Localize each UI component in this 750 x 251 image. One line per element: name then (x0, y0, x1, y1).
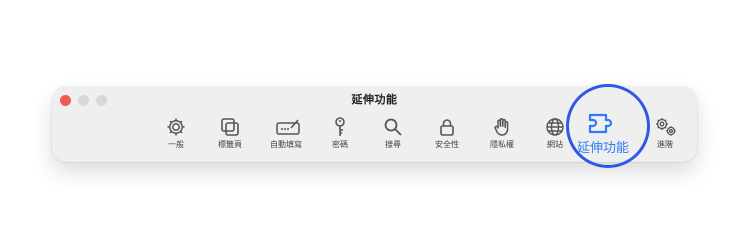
puzzle-icon (583, 111, 623, 137)
tab-security-label: 安全性 (435, 140, 459, 149)
tab-general[interactable]: 一般 (153, 115, 199, 155)
tab-autofill[interactable]: 自動填寫 (263, 115, 309, 155)
tab-privacy[interactable]: 隱私權 (479, 115, 525, 155)
stage: 延伸功能 一般 標籤頁 自動填寫 密碼 搜尋 安全性 隱私權 網站 延伸功能 進… (0, 0, 750, 251)
tab-general-label: 一般 (168, 140, 184, 149)
tab-passwords-label: 密碼 (332, 140, 348, 149)
key-icon (328, 115, 352, 139)
search-icon (381, 115, 405, 139)
lock-icon (435, 115, 459, 139)
tab-privacy-label: 隱私權 (490, 140, 514, 149)
tab-search-label: 搜尋 (385, 140, 401, 149)
tab-tabs[interactable]: 標籤頁 (207, 115, 253, 155)
tabs-icon (218, 115, 242, 139)
hand-icon (490, 115, 514, 139)
autofill-icon (274, 115, 300, 139)
tab-advanced-label: 進階 (657, 140, 673, 149)
tab-extensions[interactable]: 延伸功能 (564, 111, 642, 156)
window-title: 延伸功能 (351, 93, 398, 106)
tab-advanced[interactable]: 進階 (642, 115, 688, 155)
tab-search[interactable]: 搜尋 (370, 115, 416, 155)
gear-icon (164, 115, 188, 139)
safari-settings-window: 延伸功能 一般 標籤頁 自動填寫 密碼 搜尋 安全性 隱私權 網站 延伸功能 進… (52, 87, 697, 162)
tab-extensions-label: 延伸功能 (576, 141, 629, 156)
tab-passwords[interactable]: 密碼 (317, 115, 363, 155)
tab-tabs-label: 標籤頁 (218, 140, 242, 149)
advanced-gears-icon (653, 115, 677, 139)
tab-security[interactable]: 安全性 (424, 115, 470, 155)
tab-autofill-label: 自動填寫 (270, 140, 302, 149)
